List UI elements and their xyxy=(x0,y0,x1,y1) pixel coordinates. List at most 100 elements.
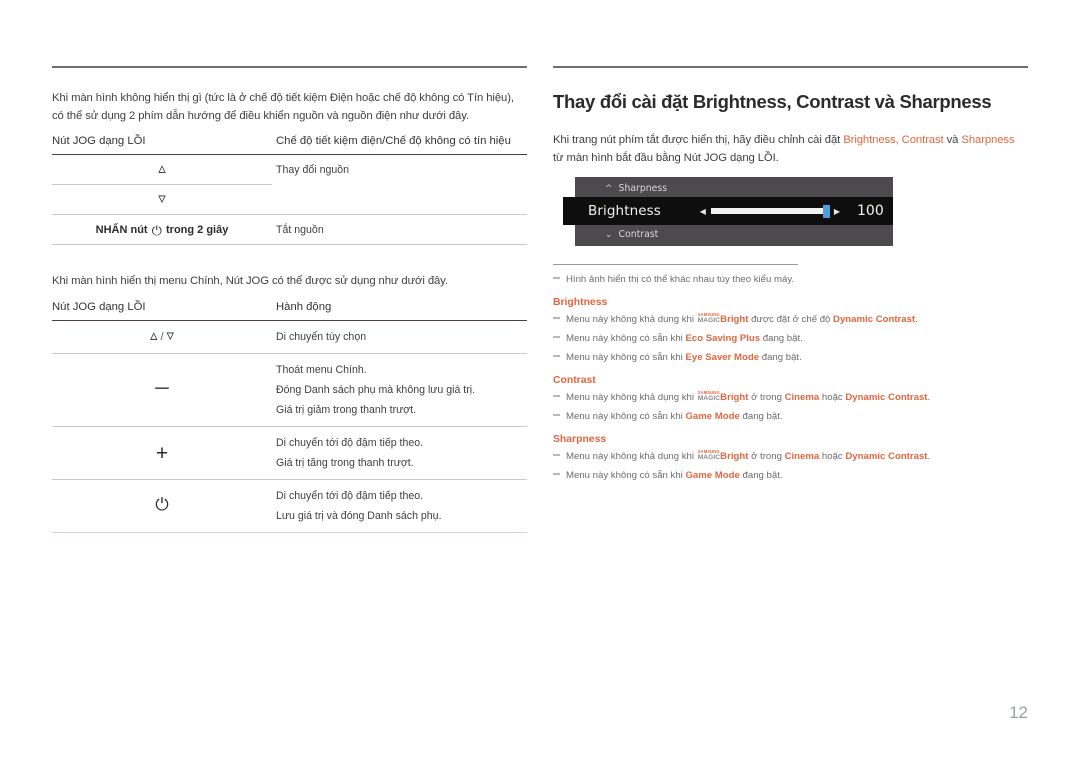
jog-down-key-cell: ▿︎ xyxy=(52,184,272,215)
chevron-down-icon: ▿︎ xyxy=(166,327,175,344)
slider-left-arrow-icon[interactable]: ◀ xyxy=(700,207,706,216)
note-prefix: Menu này không có sẵn khi xyxy=(566,411,686,423)
table2-header-key: Nút JOG dạng LỒI xyxy=(52,300,272,321)
jog-power-value-cell: Di chuyển tới độ đậm tiếp theo. Lưu giá … xyxy=(272,479,527,533)
right-intro-paragraph: Khi trang nút phím tắt được hiển thị, hã… xyxy=(553,132,1028,167)
chevron-down-icon: ⌄ xyxy=(605,229,613,240)
note-emphasis: Eco Saving Plus xyxy=(685,333,761,345)
jog-up-key-cell: ▵︎ xyxy=(52,154,272,185)
chevron-up-icon: ^ xyxy=(605,183,613,194)
page-title: Thay đổi cài đặt Brightness, Contrast và… xyxy=(553,91,992,112)
jog-press-key-cell: NHẤN nút ⏻ trong 2 giây xyxy=(52,214,272,245)
slider-thumb[interactable] xyxy=(822,205,830,218)
osd-brightness-slider[interactable]: ◀ ▶ xyxy=(700,205,840,218)
samsung-magic-logo: SAMSUNG MAGIC xyxy=(698,313,720,324)
table1-header-key: Nút JOG dạng LỒI xyxy=(52,135,272,155)
jog-plus-key-cell: + xyxy=(52,426,272,480)
plus-icon: + xyxy=(155,441,169,465)
left-intro-paragraph: Khi màn hình không hiển thị gì (tức là ở… xyxy=(52,92,514,122)
note-middle: ở trong xyxy=(748,451,785,463)
note-item: Menu này không có sẵn khi Eco Saving Plu… xyxy=(553,331,1028,347)
osd-item-sharpness[interactable]: ^ Sharpness xyxy=(575,178,893,199)
press-label-after: trong 2 giây xyxy=(166,224,229,236)
page-number: 12 xyxy=(1009,703,1028,722)
table-row: ▵︎ Thay đổi nguồn xyxy=(52,154,527,185)
jog-down-value-cell xyxy=(272,184,527,215)
note-prefix: Menu này không có sẵn khi xyxy=(566,333,686,345)
note-heading-brightness: Brightness xyxy=(553,297,608,309)
keyword-brightness-contrast: Brightness, Contrast xyxy=(843,134,944,146)
note-suffix: . xyxy=(915,314,918,326)
left-column: Khi màn hình không hiển thị gì (tức là ở… xyxy=(52,66,527,533)
samsung-magic-logo: SAMSUNG MAGIC xyxy=(698,391,720,402)
right-top-rule xyxy=(553,66,1028,68)
document-page: Khi màn hình không hiển thị gì (tức là ở… xyxy=(0,0,1080,763)
table2-header-value: Hành động xyxy=(272,300,527,321)
note-emphasis: Game Mode xyxy=(685,470,740,482)
note-heading-sharpness: Sharpness xyxy=(553,434,607,446)
slider-track[interactable] xyxy=(710,205,830,218)
magic-logo-line-2: MAGIC xyxy=(697,394,721,402)
jog-menu-table: Nút JOG dạng LỒI Hành động ▵︎ / ▿︎ Di chuy… xyxy=(52,300,527,533)
action-line: Lưu giá trị và đóng Danh sách phụ. xyxy=(276,509,442,522)
note-suffix: đang bật. xyxy=(760,333,803,345)
note-item: Menu này không có sẵn khi Game Mode đang… xyxy=(553,409,1028,425)
note-item: Menu này không khả dụng khi SAMSUNG MAGIC… xyxy=(553,390,1028,406)
chevron-up-icon: ▵︎ xyxy=(158,160,166,177)
osd-item-brightness-active[interactable]: Brightness ◀ ▶ 100 xyxy=(563,197,893,225)
action-line: Thoát menu Chính. xyxy=(276,363,367,376)
intro-part-1: Khi trang nút phím tắt được hiển thị, hã… xyxy=(553,134,844,146)
table-row: ▵︎ / ▿︎ Di chuyển tùy chọn xyxy=(52,320,527,354)
chevron-up-icon: ▵︎ xyxy=(149,327,158,344)
slash-separator: / xyxy=(160,331,164,343)
jog-updown-value-cell: Di chuyển tùy chọn xyxy=(272,320,527,354)
note-emphasis: Eye Saver Mode xyxy=(685,352,760,364)
right-column: Thay đổi cài đặt Brightness, Contrast và… xyxy=(553,66,1028,487)
note-suffix: đang bật. xyxy=(739,470,783,482)
jog-press-value-cell: Tắt nguồn xyxy=(272,214,527,245)
action-line: Di chuyển tới độ đậm tiếp theo. xyxy=(276,489,424,502)
action-line: Giá trị giảm trong thanh trượt. xyxy=(276,403,417,416)
general-note: Hình ảnh hiển thị có thể khác nhau tùy t… xyxy=(553,272,1028,288)
note-prefix: Menu này không có sẵn khi xyxy=(566,352,686,364)
note-suffix: đang bật. xyxy=(759,352,802,364)
left-intro-paragraph-2: Khi màn hình hiển thị menu Chính, Nút JO… xyxy=(52,275,448,287)
keyword-sharpness: Sharpness xyxy=(961,134,1015,146)
note-prefix: Menu này không khả dụng khi xyxy=(566,451,697,463)
table-row: ▿︎ xyxy=(52,184,527,215)
note-item: Menu này không khả dụng khi SAMSUNG MAGIC… xyxy=(553,312,1028,328)
note-middle-2: hoặc xyxy=(819,451,846,463)
table-row: ─ Thoát menu Chính. Đóng Danh sách phụ m… xyxy=(52,353,527,427)
action-line: Di chuyển tùy chọn xyxy=(276,330,367,343)
jog-minus-value-cell: Thoát menu Chính. Đóng Danh sách phụ mà … xyxy=(272,353,527,427)
table-header-row: Nút JOG dạng LỒI Chế độ tiết kiệm điện/C… xyxy=(52,135,527,155)
note-middle: được đặt ở chế độ xyxy=(748,314,834,326)
power-icon: ⏻ xyxy=(151,223,162,238)
intro-part-2: và xyxy=(943,134,962,146)
note-emphasis: Dynamic Contrast xyxy=(845,451,928,463)
note-emphasis: Cinema xyxy=(784,451,820,463)
slider-right-arrow-icon[interactable]: ▶ xyxy=(834,207,840,216)
magic-bright-word: Bright xyxy=(720,392,749,404)
notes-divider xyxy=(553,264,798,266)
osd-item-contrast[interactable]: ⌄ Contrast xyxy=(575,224,893,245)
note-emphasis: Dynamic Contrast xyxy=(845,392,928,404)
note-prefix: Menu này không có sẵn khi xyxy=(566,470,686,482)
osd-brightness-label: Brightness xyxy=(588,203,661,219)
note-emphasis: Game Mode xyxy=(685,411,740,423)
magic-logo-line-2: MAGIC xyxy=(697,453,721,461)
action-line: Đóng Danh sách phụ mà không lưu giá trị. xyxy=(276,383,476,396)
action-line: Di chuyển tới độ đậm tiếp theo. xyxy=(276,436,424,449)
note-item: Menu này không khả dụng khi SAMSUNG MAGIC… xyxy=(553,449,1028,465)
table-row: NHẤN nút ⏻ trong 2 giây Tắt nguồn xyxy=(52,214,527,245)
note-middle-2: hoặc xyxy=(819,392,846,404)
jog-minus-key-cell: ─ xyxy=(52,353,272,427)
left-top-rule xyxy=(52,66,527,68)
jog-power-key-cell: ⏻ xyxy=(52,479,272,533)
samsung-magic-logo: SAMSUNG MAGIC xyxy=(698,450,720,461)
jog-power-table: Nút JOG dạng LỒI Chế độ tiết kiệm điện/C… xyxy=(52,135,527,245)
note-emphasis: Dynamic Contrast xyxy=(833,314,916,326)
note-item: Menu này không có sẵn khi Game Mode đang… xyxy=(553,468,1028,484)
osd-brightness-value: 100 xyxy=(857,203,884,219)
table-header-row: Nút JOG dạng LỒI Hành động xyxy=(52,300,527,321)
